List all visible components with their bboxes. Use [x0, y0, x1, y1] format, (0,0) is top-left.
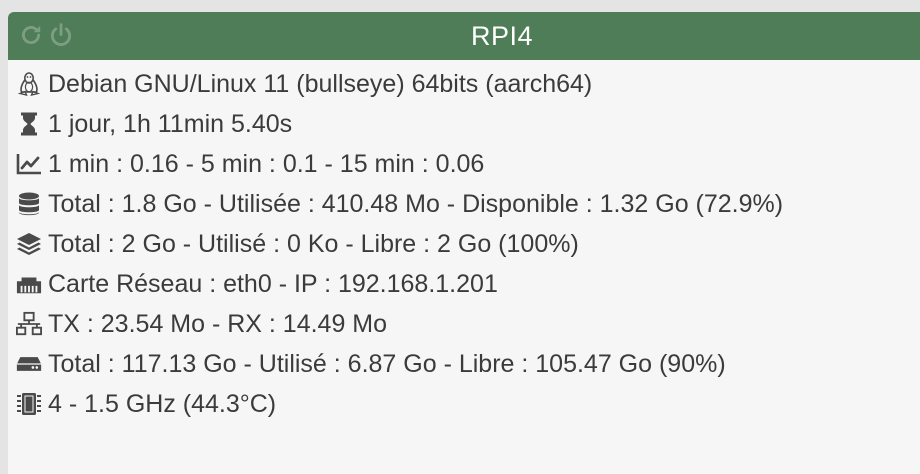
- refresh-icon[interactable]: [18, 22, 44, 48]
- memory-text: Total : 1.8 Go - Utilisée : 410.48 Mo - …: [48, 189, 784, 218]
- cpu-row: 4 - 1.5 GHz (44.3°C): [8, 384, 920, 424]
- layers-icon: [16, 231, 42, 257]
- widget-title-bar: RPI4: [8, 12, 920, 60]
- os-text: Debian GNU/Linux 11 (bullseye) 64bits (a…: [48, 69, 593, 98]
- swap-text: Total : 2 Go - Utilisé : 0 Ko - Libre : …: [48, 229, 579, 258]
- traffic-text: TX : 23.54 Mo - RX : 14.49 Mo: [48, 309, 388, 338]
- title-actions: [18, 22, 74, 48]
- memory-row: Total : 1.8 Go - Utilisée : 410.48 Mo - …: [8, 184, 920, 224]
- disk-text: Total : 117.13 Go - Utilisé : 6.87 Go - …: [48, 349, 726, 378]
- os-row: Debian GNU/Linux 11 (bullseye) 64bits (a…: [8, 64, 920, 104]
- linux-penguin-icon: [16, 71, 42, 97]
- uptime-row: 1 jour, 1h 11min 5.40s: [8, 104, 920, 144]
- network-card-row: Carte Réseau : eth0 - IP : 192.168.1.201: [8, 264, 920, 304]
- database-icon: [16, 191, 42, 217]
- chart-line-icon: [16, 151, 42, 177]
- network-icon: [16, 311, 42, 337]
- power-icon[interactable]: [48, 22, 74, 48]
- load-row: 1 min : 0.16 - 5 min : 0.1 - 15 min : 0.…: [8, 144, 920, 184]
- cpu-chip-icon: [16, 391, 42, 417]
- hard-drive-icon: [16, 351, 42, 377]
- cpu-text: 4 - 1.5 GHz (44.3°C): [48, 389, 277, 418]
- system-info-widget: RPI4 Debian GNU/Linux 11 (bullseye) 64bi…: [8, 12, 920, 474]
- hourglass-icon: [16, 111, 42, 137]
- info-list: Debian GNU/Linux 11 (bullseye) 64bits (a…: [8, 60, 920, 424]
- traffic-row: TX : 23.54 Mo - RX : 14.49 Mo: [8, 304, 920, 344]
- swap-row: Total : 2 Go - Utilisé : 0 Ko - Libre : …: [8, 224, 920, 264]
- network-card-text: Carte Réseau : eth0 - IP : 192.168.1.201: [48, 269, 498, 298]
- uptime-text: 1 jour, 1h 11min 5.40s: [48, 109, 293, 138]
- widget-title: RPI4: [470, 20, 534, 51]
- ethernet-port-icon: [16, 271, 42, 297]
- load-text: 1 min : 0.16 - 5 min : 0.1 - 15 min : 0.…: [48, 149, 485, 178]
- disk-row: Total : 117.13 Go - Utilisé : 6.87 Go - …: [8, 344, 920, 384]
